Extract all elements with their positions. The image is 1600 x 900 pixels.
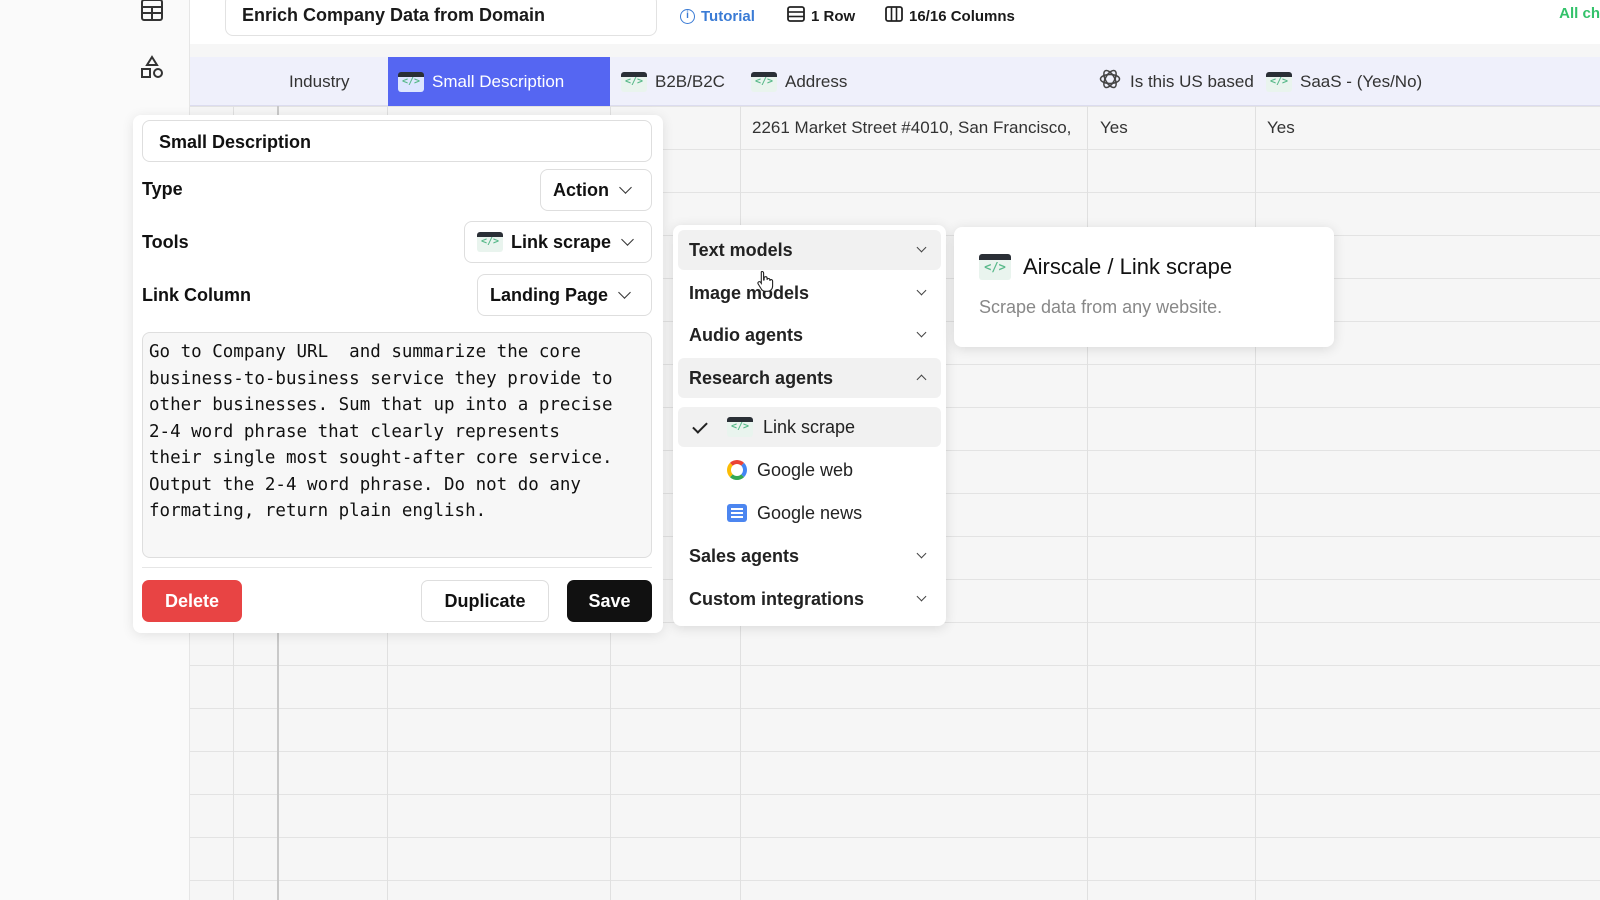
saas-cell[interactable]: Yes (1267, 118, 1295, 138)
column-header-b2b-b2c[interactable]: B2B/B2C (611, 57, 740, 106)
code-icon (477, 232, 503, 252)
card-title: Airscale / Link scrape (979, 254, 1232, 280)
card-title-text: Airscale / Link scrape (1023, 254, 1233, 279)
column-header-industry[interactable]: Industry (279, 57, 387, 106)
column-label: Address (785, 71, 848, 91)
group-label: Image models (689, 282, 810, 303)
shapes-icon[interactable] (140, 55, 164, 79)
rows-button[interactable]: 1 Row (787, 5, 855, 27)
group-label: Research agents (689, 367, 834, 388)
google-news-icon (727, 504, 747, 522)
tools-label: Tools (142, 232, 189, 252)
code-icon (727, 417, 753, 437)
rows-icon (787, 6, 805, 26)
rows-label: 1 Row (811, 7, 856, 25)
code-icon (621, 71, 647, 92)
all-changes-status: All ch (1559, 5, 1600, 22)
tools-value: Link scrape (511, 231, 612, 252)
chevron-down-icon (618, 286, 631, 299)
hand-cursor-icon (757, 270, 775, 292)
column-header-saas[interactable]: SaaS - (Yes/No) (1256, 57, 1556, 106)
save-button[interactable]: Save (567, 580, 652, 622)
group-label: Audio agents (689, 324, 804, 345)
option-link-scrape[interactable]: Link scrape (678, 407, 941, 447)
type-value: Action (553, 179, 609, 200)
column-name-input[interactable]: Small Description (142, 120, 652, 162)
column-header-address[interactable]: Address (741, 57, 1087, 106)
info-icon: i (680, 8, 695, 24)
card-description: Scrape data from any website. (979, 297, 1223, 317)
tools-select[interactable]: Link scrape (464, 221, 652, 263)
chevron-down-icon (621, 233, 634, 246)
group-label: Text models (689, 239, 793, 260)
option-label: Google news (757, 502, 863, 523)
check-icon (692, 418, 708, 434)
sheet-title[interactable]: Enrich Company Data from Domain (225, 0, 657, 36)
link-column-label: Link Column (142, 285, 251, 305)
grid-line (1255, 57, 1256, 900)
chevron-down-icon (916, 285, 927, 296)
delete-button[interactable]: Delete (142, 580, 242, 622)
app-window: Enrich Company Data from Domain i Tutori… (0, 0, 1600, 900)
tutorial-link[interactable]: i Tutorial (680, 5, 755, 27)
chevron-down-icon (619, 181, 632, 194)
column-label: B2B/B2C (655, 71, 725, 91)
column-header-us-based[interactable]: Is this US based (1088, 57, 1255, 106)
type-select[interactable]: Action (540, 169, 652, 211)
code-icon (398, 71, 424, 92)
option-label: Link scrape (763, 416, 856, 437)
link-column-value: Landing Page (490, 284, 609, 305)
address-cell[interactable]: 2261 Market Street #4010, San Francisco, (752, 118, 1082, 138)
chevron-down-icon (916, 591, 927, 602)
grid-line (1087, 57, 1088, 900)
column-label: SaaS - (Yes/No) (1300, 71, 1423, 91)
column-header-small-description[interactable]: Small Description (388, 57, 610, 106)
column-settings-panel: Small Description Type Action Tools Link… (133, 115, 663, 633)
group-label: Sales agents (689, 545, 800, 566)
code-icon (1266, 71, 1292, 92)
group-label: Custom integrations (689, 588, 865, 609)
option-label: Google web (757, 459, 854, 480)
chevron-up-icon (916, 374, 927, 385)
option-google-web[interactable]: Google web (678, 450, 941, 490)
column-label: Industry (289, 71, 350, 91)
tutorial-label: Tutorial (701, 7, 755, 25)
option-google-news[interactable]: Google news (678, 493, 941, 533)
group-text-models[interactable]: Text models (678, 230, 941, 270)
table-icon[interactable] (140, 0, 164, 22)
group-audio-agents[interactable]: Audio agents (678, 315, 941, 355)
columns-label: 16/16 Columns (909, 7, 1015, 25)
code-icon (751, 71, 777, 92)
google-icon (727, 460, 747, 480)
divider (142, 567, 652, 568)
columns-button[interactable]: 16/16 Columns (885, 5, 1015, 27)
chevron-down-icon (916, 548, 927, 559)
column-label: Small Description (432, 71, 565, 91)
chevron-down-icon (916, 242, 927, 253)
code-icon (979, 254, 1011, 280)
tool-info-card: Airscale / Link scrape Scrape data from … (954, 227, 1334, 347)
us-based-cell[interactable]: Yes (1100, 118, 1128, 138)
group-image-models[interactable]: Image models (678, 273, 941, 313)
columns-icon (885, 6, 903, 26)
link-column-select[interactable]: Landing Page (477, 274, 652, 316)
tools-dropdown: Text models Image models Audio agents Re… (673, 225, 946, 626)
duplicate-button[interactable]: Duplicate (421, 580, 549, 622)
group-research-agents[interactable]: Research agents (678, 358, 941, 398)
group-sales-agents[interactable]: Sales agents (678, 536, 941, 576)
chevron-down-icon (916, 327, 927, 338)
group-custom-integrations[interactable]: Custom integrations (678, 579, 941, 619)
openai-icon (1098, 67, 1122, 96)
type-label: Type (142, 179, 183, 199)
prompt-textarea[interactable]: Go to Company URL and summarize the core… (142, 332, 652, 558)
column-label: Is this US based (1130, 71, 1254, 91)
